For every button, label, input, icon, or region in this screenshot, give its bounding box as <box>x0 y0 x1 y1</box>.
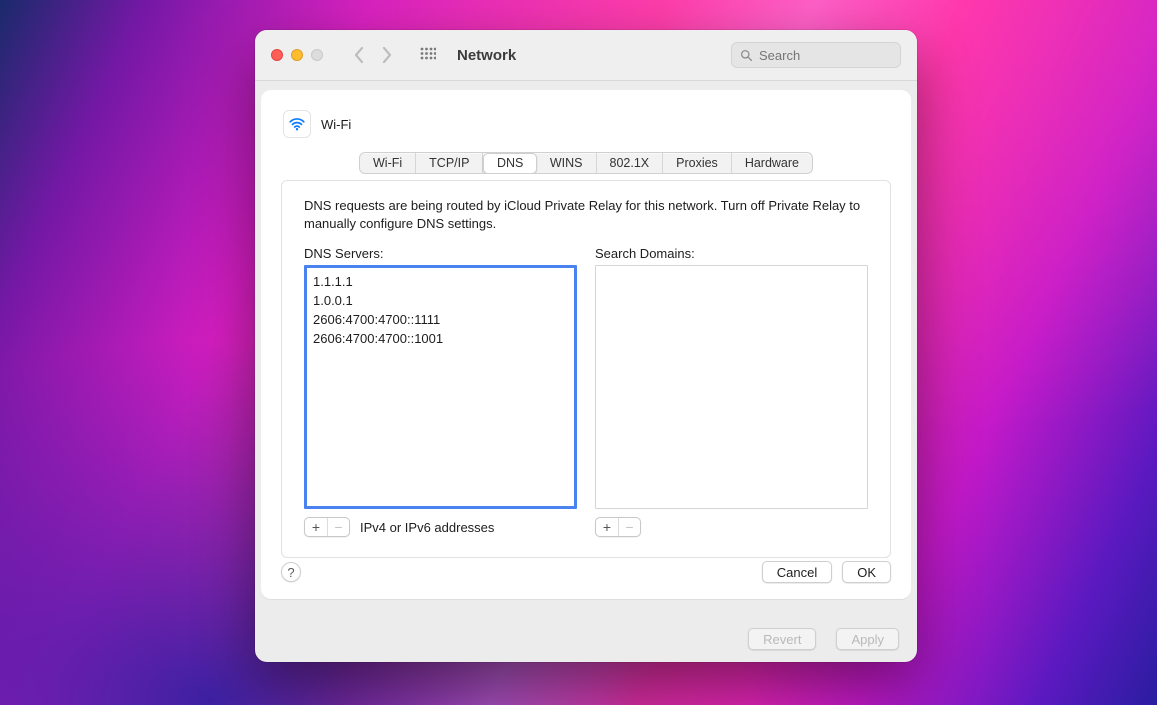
dns-hint: IPv4 or IPv6 addresses <box>360 520 494 535</box>
chevron-left-icon <box>352 46 366 64</box>
window-title: Network <box>457 47 516 64</box>
tab-dns[interactable]: DNS <box>483 153 537 174</box>
interface-name: Wi-Fi <box>321 117 351 132</box>
interface-header: Wi-Fi <box>283 110 891 138</box>
add-search-domain-button[interactable]: + <box>596 518 618 536</box>
preferences-window: Network Wi-Fi Wi-FiTCP/IPDNSWINS802.1XPr… <box>255 30 917 662</box>
search-icon <box>740 49 753 62</box>
help-button[interactable]: ? <box>281 562 301 582</box>
search-domains-column: Search Domains: + − <box>595 246 868 537</box>
advanced-sheet: Wi-Fi Wi-FiTCP/IPDNSWINS802.1XProxiesHar… <box>261 90 911 599</box>
private-relay-note: DNS requests are being routed by iCloud … <box>304 197 868 232</box>
search-domains-label: Search Domains: <box>595 246 868 261</box>
dns-servers-label: DNS Servers: <box>304 246 577 261</box>
wifi-icon <box>283 110 311 138</box>
forward-button <box>375 42 399 68</box>
traffic-lights <box>271 49 323 61</box>
remove-search-domain-button: − <box>618 518 640 536</box>
window-footer: Revert Apply <box>255 616 917 662</box>
sheet-footer: ? Cancel OK <box>281 561 891 583</box>
nav-back-forward <box>347 42 399 68</box>
search-domain-add-remove: + − <box>595 517 641 537</box>
tab-tcp-ip[interactable]: TCP/IP <box>416 153 483 173</box>
titlebar: Network <box>255 30 917 81</box>
dns-servers-list[interactable]: 1.1.1.11.0.0.12606:4700:4700::11112606:4… <box>304 265 577 509</box>
dns-server-entry[interactable]: 2606:4700:4700::1111 <box>313 310 568 329</box>
tab-hardware[interactable]: Hardware <box>732 153 812 173</box>
apply-button: Apply <box>836 628 899 650</box>
dns-server-entry[interactable]: 2606:4700:4700::1001 <box>313 329 568 348</box>
cancel-button[interactable]: Cancel <box>762 561 832 583</box>
zoom-icon <box>311 49 323 61</box>
search-domains-list[interactable] <box>595 265 868 509</box>
tab-wi-fi[interactable]: Wi-Fi <box>360 153 416 173</box>
remove-dns-button: − <box>327 518 349 536</box>
minimize-icon[interactable] <box>291 49 303 61</box>
dns-add-remove: + − <box>304 517 350 537</box>
dns-servers-column: DNS Servers: 1.1.1.11.0.0.12606:4700:470… <box>304 246 577 537</box>
search-field[interactable] <box>731 42 901 68</box>
tab-bar: Wi-FiTCP/IPDNSWINS802.1XProxiesHardware <box>281 152 891 174</box>
add-dns-button[interactable]: + <box>305 518 327 536</box>
dns-panel: DNS requests are being routed by iCloud … <box>281 180 891 558</box>
back-button[interactable] <box>347 42 371 68</box>
grid-icon <box>420 47 436 63</box>
search-input[interactable] <box>759 48 892 63</box>
chevron-right-icon <box>380 46 394 64</box>
close-icon[interactable] <box>271 49 283 61</box>
dns-server-entry[interactable]: 1.1.1.1 <box>313 272 568 291</box>
tab-proxies[interactable]: Proxies <box>663 153 732 173</box>
tab-wins[interactable]: WINS <box>537 153 597 173</box>
dns-server-entry[interactable]: 1.0.0.1 <box>313 291 568 310</box>
show-all-button[interactable] <box>417 44 439 66</box>
revert-button: Revert <box>748 628 816 650</box>
ok-button[interactable]: OK <box>842 561 891 583</box>
tab-802-1x[interactable]: 802.1X <box>597 153 664 173</box>
